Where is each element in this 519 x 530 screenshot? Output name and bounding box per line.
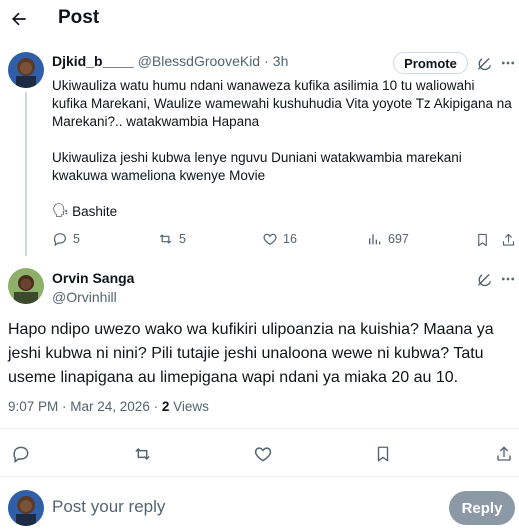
- like-icon: [262, 231, 278, 247]
- reply-action[interactable]: 5: [52, 231, 80, 247]
- share-icon[interactable]: [493, 443, 515, 465]
- repost-count: 5: [179, 232, 186, 246]
- reply-count: 5: [73, 232, 80, 246]
- grok-icon[interactable]: [473, 269, 495, 291]
- views-label: Views: [169, 399, 209, 414]
- share-icon[interactable]: [497, 229, 519, 251]
- page-title: Post: [58, 7, 100, 28]
- post-time[interactable]: 3h: [273, 53, 289, 69]
- author-name[interactable]: Djkid_b____: [52, 53, 134, 69]
- promote-button[interactable]: Promote: [393, 52, 468, 74]
- views-count: 697: [388, 232, 409, 246]
- author-handle[interactable]: @Orvinhill: [52, 289, 117, 305]
- repost-action[interactable]: 5: [157, 231, 186, 247]
- author-handle[interactable]: @BlessdGrooveKid: [138, 53, 260, 69]
- views-action[interactable]: 697: [367, 231, 409, 247]
- reply-input[interactable]: Post your reply: [52, 497, 165, 517]
- separator: ·: [264, 53, 269, 69]
- like-count: 16: [283, 232, 297, 246]
- post-timestamp[interactable]: 9:07 PM · Mar 24, 2026 ·: [8, 399, 162, 414]
- post-paragraph: Ukiwauliza watu humu ndani wanaweza kufi…: [52, 78, 512, 129]
- repost-icon[interactable]: [131, 443, 153, 465]
- reply-button[interactable]: Reply: [449, 491, 515, 525]
- divider: [0, 476, 519, 477]
- speaking-head-emoji: 🗣: [52, 203, 70, 218]
- avatar: [8, 490, 44, 526]
- bookmark-icon[interactable]: [372, 443, 394, 465]
- more-icon[interactable]: [497, 52, 519, 74]
- views-icon: [367, 231, 383, 247]
- post-signature: 🗣 Bashite: [52, 203, 117, 219]
- post-paragraph: Ukiwauliza jeshi kubwa lenye nguvu Dunia…: [52, 150, 462, 183]
- signature-text: Bashite: [72, 203, 118, 219]
- post-body: Ukiwauliza watu humu ndani wanaweza kufi…: [52, 77, 512, 185]
- avatar[interactable]: [8, 52, 44, 88]
- more-icon[interactable]: [497, 268, 519, 290]
- divider: [0, 428, 519, 429]
- reply-icon[interactable]: [10, 443, 32, 465]
- top-bar: Post: [0, 0, 519, 38]
- grok-icon[interactable]: [473, 53, 495, 75]
- like-icon[interactable]: [252, 443, 274, 465]
- thread-line: [25, 92, 27, 256]
- author-name[interactable]: Orvin Sanga: [52, 270, 134, 286]
- like-action[interactable]: 16: [262, 231, 297, 247]
- back-arrow-icon[interactable]: [6, 6, 32, 32]
- bookmark-icon[interactable]: [471, 229, 493, 251]
- avatar[interactable]: [8, 268, 44, 304]
- reply-icon: [52, 231, 68, 247]
- post-meta: 9:07 PM · Mar 24, 2026 · 2 Views: [8, 399, 209, 414]
- parent-post-header: Djkid_b____ @BlessdGrooveKid · 3h: [52, 53, 288, 69]
- repost-icon: [157, 231, 174, 247]
- reply-body: Hapo ndipo uwezo wako wa kufikiri ulipoa…: [8, 321, 494, 386]
